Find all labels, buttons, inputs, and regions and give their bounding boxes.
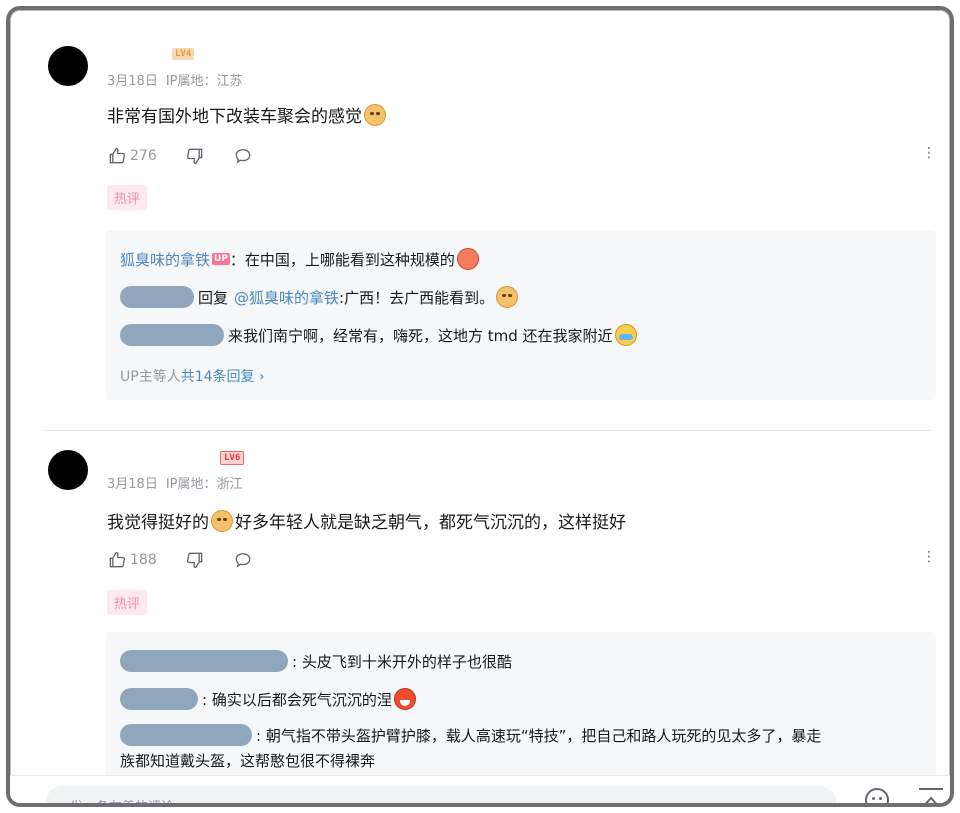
back-to-top-icon[interactable] [917, 786, 945, 807]
reply-text: : 确实以后都会死气沉沉的涅 [202, 690, 392, 709]
comment-text-body-cont: 好多年轻人就是缺乏朝气，都死气沉沉的，这样挺好 [235, 513, 626, 533]
reply-item[interactable]: 回复 @狐臭味的拿铁 :广西！去广西能看到。 [120, 286, 520, 308]
mention-link[interactable]: @狐臭味的拿铁 [234, 287, 339, 308]
comment-meta: 3月18日 IP属地：浙江 [107, 473, 251, 492]
laugh-cry-emoji-icon [614, 324, 637, 346]
comment-text-body: 非常有国外地下改装车聚会的感觉 [107, 107, 362, 127]
hot-comment-tag: 热评 [107, 590, 148, 615]
reply-text: : 头皮飞到十米开外的样子也很酷 [292, 652, 512, 671]
hot-comment-tag: 热评 [107, 185, 148, 210]
up-badge: UP [212, 253, 230, 265]
cat-emoji-icon [211, 510, 233, 532]
comment-date: 3月18日 [107, 74, 158, 89]
reply-icon [235, 553, 251, 568]
reply-item[interactable]: : 头皮飞到十米开外的样子也很酷 [120, 650, 512, 672]
blush-emoji-icon [456, 248, 479, 270]
blurred-username [120, 286, 194, 308]
reply-item[interactable]: : 确实以后都会死气沉沉的涅 [120, 688, 418, 710]
like-count: 188 [130, 552, 157, 568]
ip-location: IP属地：浙江 [165, 477, 243, 492]
dislike-icon [186, 148, 203, 165]
reply-icon [235, 149, 251, 164]
level-badge: LV6 [220, 451, 245, 465]
comment-text: 我觉得挺好的 好多年轻人就是缺乏朝气，都死气沉沉的，这样挺好 [107, 508, 626, 533]
more-replies-prefix: UP主等人 [120, 369, 181, 385]
reply-text: : 朝气指不带头盔护臂护膝，载人高速玩“特技”，把自己和路人玩死的见太多了，暴走 [256, 726, 822, 745]
like-icon [109, 551, 126, 568]
angry-emoji-icon [393, 688, 416, 710]
reply-text-continued: 族都知道戴头盔，这帮憨包很不得裸奔 [120, 752, 376, 770]
comment-divider [44, 430, 930, 431]
comment-text: 非常有国外地下改装车聚会的感觉 [107, 102, 388, 127]
reply-text: ：在中国，上哪能看到这种规模的 [229, 250, 455, 269]
dislike-button[interactable] [185, 146, 205, 166]
reply-button[interactable] [233, 550, 253, 570]
comment-input[interactable]: 发一条友善的评论 [46, 786, 836, 803]
screenshot-frame: LV4 3月18日 IP属地：江苏 非常有国外地下改装车聚会的感觉 276 ⋮ 热… [6, 6, 954, 807]
doge-emoji-icon [496, 286, 519, 308]
doge-emoji-icon [364, 104, 386, 126]
blurred-username [120, 650, 288, 672]
reply-username[interactable]: 狐臭味的拿铁 [120, 249, 210, 270]
reply-item[interactable]: 来我们南宁啊，经常有，嗨死，这地方 tmd 还在我家附近 [120, 324, 639, 346]
comment-actions: 188 [107, 550, 281, 570]
blurred-username [120, 724, 252, 746]
dislike-button[interactable] [185, 550, 205, 570]
like-button[interactable]: 188 [107, 550, 157, 570]
view-more-replies[interactable]: UP主等人共14条回复 › [120, 366, 265, 386]
comment-meta: 3月18日 IP属地：江苏 [107, 70, 251, 89]
like-count: 276 [130, 148, 157, 164]
like-button[interactable]: 276 [107, 146, 157, 166]
blurred-username [120, 324, 224, 346]
emoji-icon[interactable] [865, 788, 889, 803]
blurred-username [120, 688, 198, 710]
reply-preview-box: : 头皮飞到十米开外的样子也很酷 : 确实以后都会死气沉沉的涅 : 朝气指不带头… [106, 632, 936, 782]
like-icon [109, 147, 126, 164]
dislike-icon [186, 552, 203, 569]
reply-item[interactable]: 狐臭味的拿铁 UP ：在中国，上哪能看到这种规模的 [120, 248, 481, 270]
comment-text-body: 我觉得挺好的 [107, 513, 209, 533]
more-replies-link[interactable]: 共14条回复 › [181, 369, 265, 385]
reply-word: 回复 [198, 288, 229, 307]
reply-button[interactable] [233, 146, 253, 166]
comment-input-bar: 发一条友善的评论 [10, 775, 950, 807]
reply-item[interactable]: : 朝气指不带头盔护臂护膝，载人高速玩“特技”，把自己和路人玩死的见太多了，暴走 [120, 724, 821, 746]
ip-location: IP属地：江苏 [165, 74, 243, 89]
reply-preview-box: 狐臭味的拿铁 UP ：在中国，上哪能看到这种规模的 回复 @狐臭味的拿铁 :广西！… [106, 230, 936, 400]
comment-actions: 276 [107, 146, 281, 166]
avatar[interactable] [48, 450, 88, 490]
more-icon[interactable]: ⋮ [922, 550, 936, 564]
more-icon[interactable]: ⋮ [922, 146, 936, 160]
level-badge: LV4 [172, 48, 195, 60]
reply-text: 来我们南宁啊，经常有，嗨死，这地方 tmd 还在我家附近 [228, 326, 613, 345]
reply-text: :广西！去广西能看到。 [339, 288, 495, 307]
avatar[interactable] [48, 46, 88, 86]
comment-date: 3月18日 [107, 477, 158, 492]
